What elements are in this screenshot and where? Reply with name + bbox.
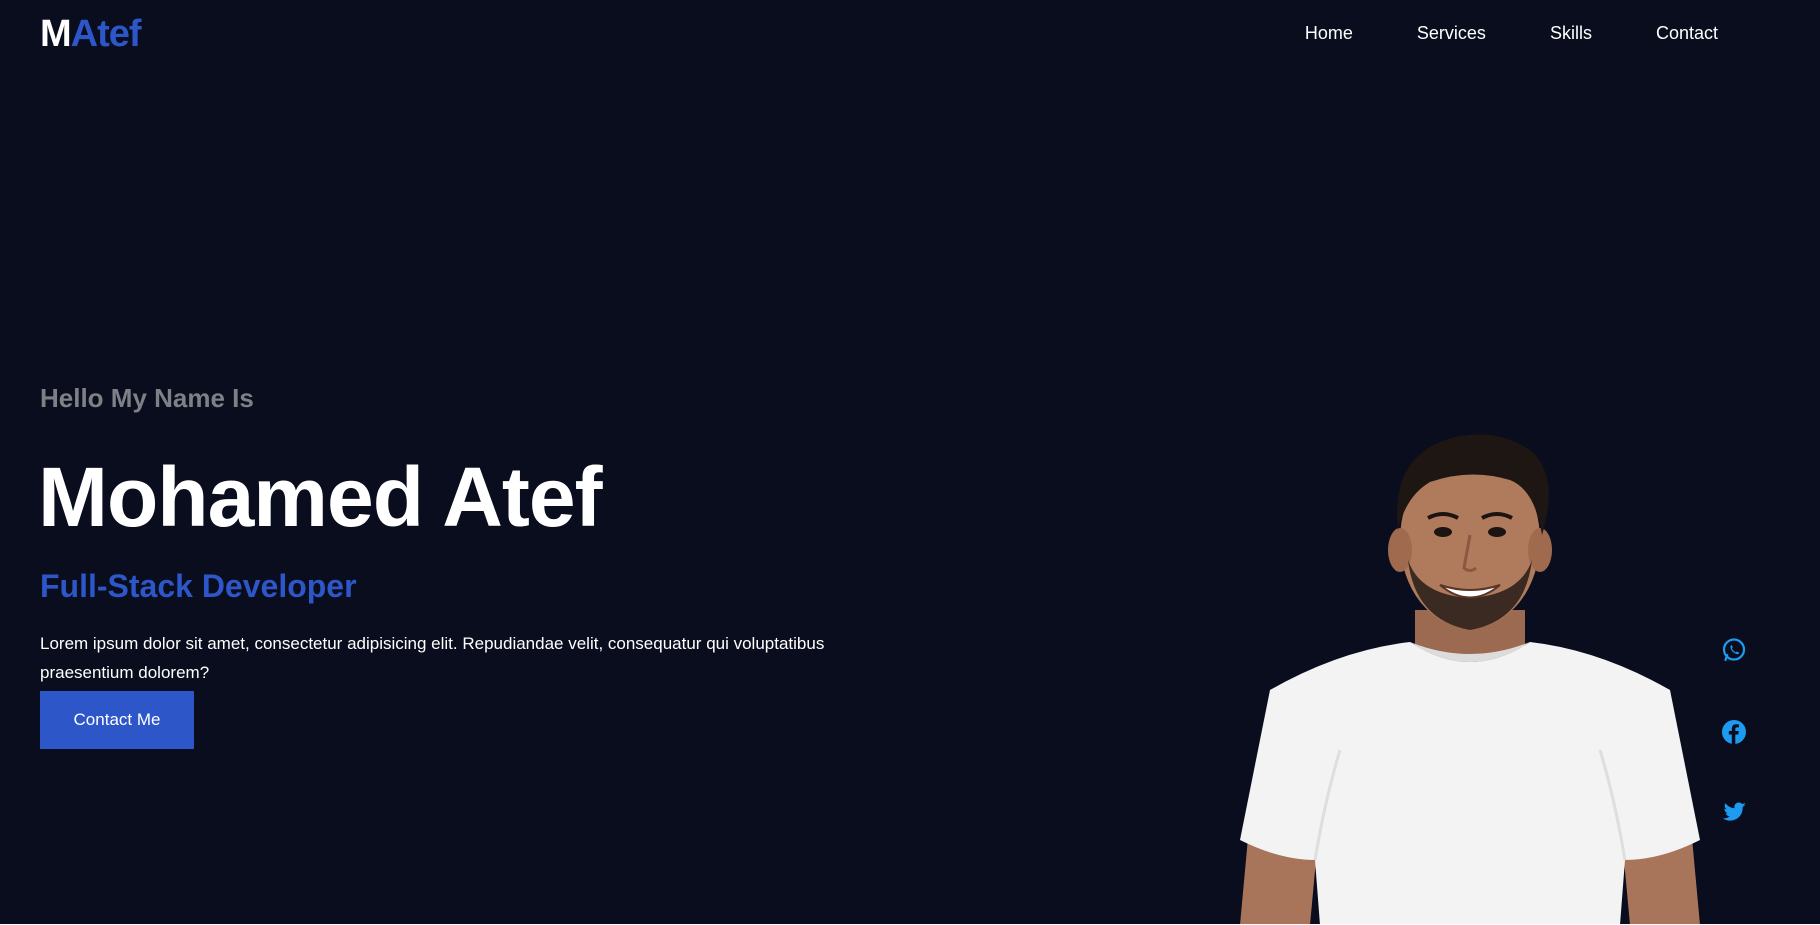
hero-role: Full-Stack Developer [40, 568, 357, 604]
logo[interactable]: MAtef [40, 12, 142, 56]
logo-initial: M [40, 13, 72, 55]
nav-link-home[interactable]: Home [1305, 22, 1353, 44]
facebook-icon[interactable] [1720, 718, 1748, 746]
profile-photo [1230, 420, 1710, 925]
main-nav: Home Services Skills Contact [1305, 22, 1718, 44]
hero-description: Lorem ipsum dolor sit amet, consectetur … [40, 634, 825, 682]
twitter-icon[interactable] [1720, 798, 1748, 826]
nav-link-contact[interactable]: Contact [1656, 22, 1718, 44]
hero-name: Mohamed Atef [38, 450, 603, 544]
nav-link-skills[interactable]: Skills [1550, 22, 1592, 44]
hero-greeting: Hello My Name Is [40, 383, 254, 413]
logo-name: Atef [70, 13, 142, 55]
site-header: MAtef Home Services Skills Contact [0, 0, 1820, 70]
whatsapp-icon[interactable] [1720, 636, 1748, 664]
nav-link-services[interactable]: Services [1417, 22, 1486, 44]
contact-me-button[interactable]: Contact Me [40, 691, 194, 749]
page: MAtef Home Services Skills Contact Hello… [0, 0, 1820, 925]
